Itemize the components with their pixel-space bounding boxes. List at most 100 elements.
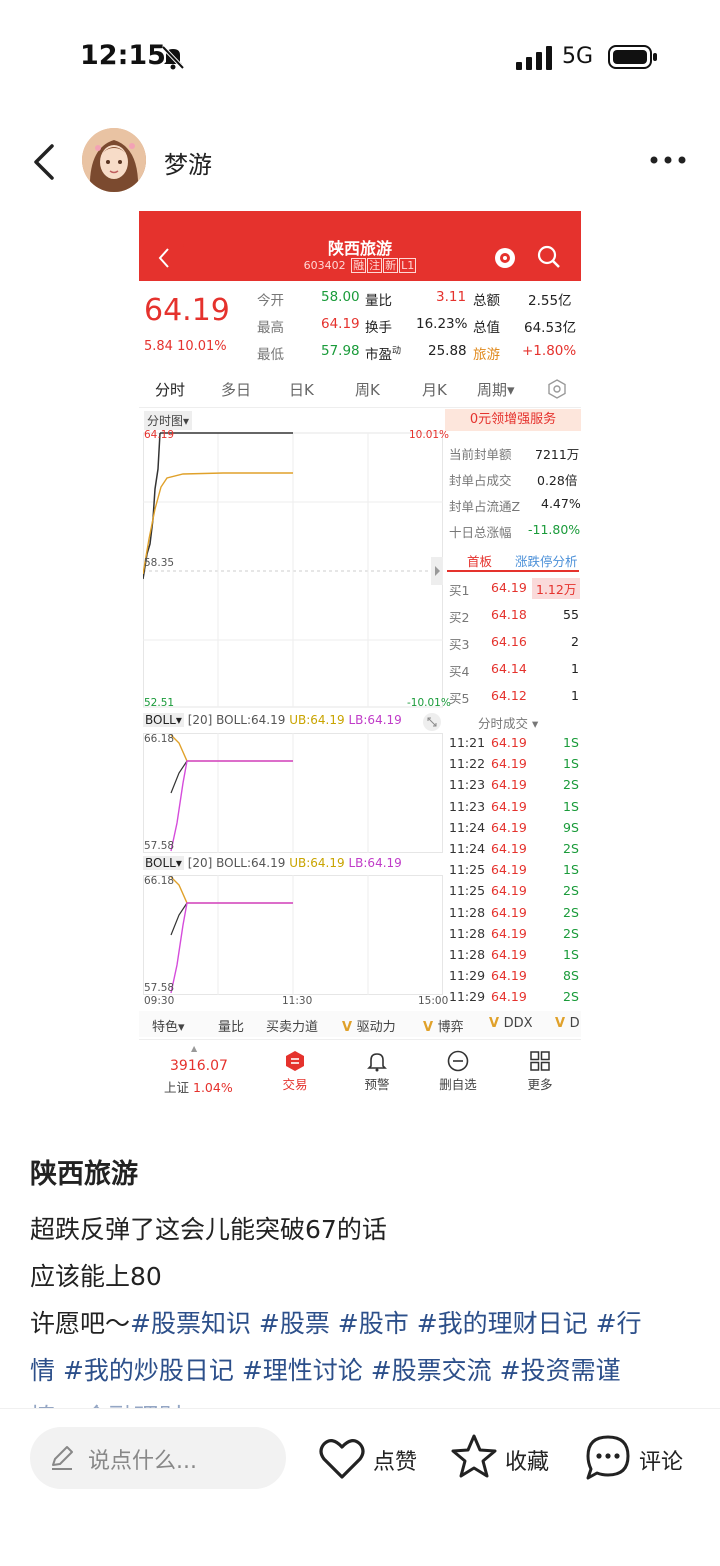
indicator-tab[interactable]: V D: [555, 1016, 580, 1031]
trade-time: 11:28: [449, 947, 486, 962]
tab-monthly-k[interactable]: 月K: [422, 379, 447, 400]
indicator-tab[interactable]: 特色▾: [152, 1016, 185, 1035]
trade-price: 64.19: [491, 819, 527, 835]
boll-2-low: 57.58: [144, 982, 175, 994]
trade-time: 11:25: [449, 883, 486, 899]
nav-more[interactable]: 更多: [510, 1074, 570, 1093]
author-avatar[interactable]: [82, 128, 146, 192]
bid-label: 买3: [449, 637, 470, 652]
stock-screenshot[interactable]: 陕西旅游 603402 融注新 L1 64.19 5.84 10.01% 今开 5…: [139, 211, 581, 1101]
like-label[interactable]: 点赞: [373, 1444, 417, 1476]
indicator-label: DDX: [503, 1016, 533, 1031]
boll-label[interactable]: BOLL▾: [143, 713, 184, 727]
bid-price: 64.18: [491, 607, 527, 622]
trade-time: 11:23: [449, 798, 486, 814]
quote-label: 最低: [257, 347, 284, 363]
comment-label[interactable]: 评论: [639, 1444, 683, 1476]
boll-2-high: 66.18: [144, 875, 175, 887]
stock-code: 603402: [303, 259, 346, 272]
trade-icon: [286, 1051, 304, 1071]
quote-value: 2.55亿: [528, 293, 572, 309]
info-label: 十日总涨幅: [449, 525, 512, 540]
indicator-tab[interactable]: 买卖力道: [266, 1016, 318, 1035]
comment-bubble-icon[interactable]: [583, 1433, 633, 1483]
alarm-icon: [495, 248, 515, 268]
indicator-tab[interactable]: 量比: [218, 1016, 244, 1035]
nav-remove-watchlist[interactable]: 删自选: [428, 1074, 488, 1093]
trade-price: 64.19: [491, 904, 527, 920]
favorite-label[interactable]: 收藏: [505, 1444, 549, 1476]
bell-muted-icon: [161, 45, 185, 70]
board-tab-analysis[interactable]: 涨跌停分析: [515, 551, 578, 570]
active-tab-indicator: [166, 244, 184, 247]
info-value: 0.28倍: [537, 473, 578, 488]
quote-value: 3.11: [436, 289, 467, 305]
nav-alert[interactable]: 预警: [347, 1074, 407, 1093]
sector-change: +1.80%: [522, 343, 577, 359]
bid-label: 买1: [449, 583, 470, 598]
quote-value: 64.19: [321, 316, 360, 332]
heart-icon[interactable]: [318, 1435, 366, 1481]
index-value: 3916.07: [170, 1058, 228, 1074]
badge: L1: [399, 258, 417, 273]
hashtag-list[interactable]: 情 #我的炒股日记 #理性讨论 #股票交流 #投资需谨: [30, 1351, 621, 1387]
chart-mode-text: 分时图: [147, 414, 184, 428]
indicator-label: 博弈: [437, 1020, 464, 1035]
tab-period[interactable]: 周期▾: [477, 379, 515, 400]
pencil-icon: [52, 1446, 73, 1470]
indicator-tab[interactable]: V DDX: [489, 1016, 533, 1031]
boll-label[interactable]: BOLL▾: [143, 856, 184, 870]
quote-label: 今开: [257, 293, 284, 309]
promo-banner[interactable]: 0元领增强服务: [445, 409, 581, 431]
quote-label: 量比: [365, 293, 392, 309]
chart-low-pct: -10.01%: [407, 697, 451, 709]
back-arrow-icon[interactable]: [30, 140, 60, 184]
bell-icon: [367, 1053, 387, 1072]
signal-icon: [516, 46, 552, 70]
sector-label: 旅游: [473, 347, 500, 363]
more-options-icon[interactable]: [648, 148, 688, 172]
remove-circle-icon: [447, 1050, 469, 1072]
trade-time: 11:25: [449, 862, 486, 878]
post-text-line: 许愿吧～#股票知识 #股票 #股市 #我的理财日记 #行: [30, 1304, 642, 1340]
search-icon: [537, 245, 560, 268]
chart-mid-price: 58.35: [144, 557, 175, 569]
boll-params: [20] BOLL:64.19: [187, 713, 286, 727]
trade-volume: 2S: [563, 777, 579, 793]
board-tab-first[interactable]: 首板: [467, 551, 492, 570]
period-label: 周期: [477, 381, 508, 399]
trade-time: 11:24: [449, 841, 486, 856]
trade-price: 64.19: [491, 777, 527, 793]
bid-price: 64.16: [491, 634, 527, 649]
star-icon[interactable]: [449, 1433, 499, 1481]
boll-label-text: BOLL: [145, 713, 176, 727]
indicator-tab[interactable]: V 驱动力: [342, 1016, 396, 1035]
stock-bottom-nav: ▲ 3916.07 上证 1.04% 交易 预警 删自选 更多: [139, 1039, 581, 1101]
trades-title[interactable]: 分时成交 ▾: [478, 713, 538, 732]
tab-weekly-k[interactable]: 周K: [355, 379, 380, 400]
indicator-label: 特色: [152, 1020, 179, 1035]
tab-daily-k[interactable]: 日K: [289, 379, 314, 400]
hashtag-list[interactable]: #股票知识 #股票 #股市 #我的理财日记 #行: [130, 1309, 642, 1338]
index-line[interactable]: 上证 1.04%: [164, 1077, 233, 1096]
indicator-strip: 特色▾ 量比 买卖力道 V 驱动力 V 博弈 V DDX V D: [139, 1011, 581, 1037]
comment-placeholder[interactable]: 说点什么...: [88, 1443, 197, 1475]
change-value: 5.84: [144, 339, 173, 354]
tab-multiday[interactable]: 多日: [221, 379, 251, 400]
stock-change: 5.84 10.01%: [144, 339, 227, 354]
info-value: 7211万: [535, 447, 580, 462]
author-name[interactable]: 梦游: [164, 145, 212, 180]
trade-volume: 8S: [563, 968, 579, 984]
boll-header-2: BOLL▾ [20] BOLL:64.19 UB:64.19 LB:64.19: [143, 856, 402, 870]
expand-icon[interactable]: [423, 713, 441, 731]
status-time: 12:15: [80, 40, 166, 71]
chart-mode-label[interactable]: 分时图▾: [144, 411, 193, 430]
info-label: 封单占流通Z: [449, 499, 521, 514]
tab-intraday[interactable]: 分时: [155, 379, 185, 400]
trade-volume: 2S: [563, 841, 579, 856]
intraday-chart: [143, 432, 443, 708]
time-end: 15:00: [418, 995, 449, 1007]
indicator-tab[interactable]: V 博弈: [423, 1016, 464, 1035]
nav-trade[interactable]: 交易: [265, 1074, 325, 1093]
settings-hexagon-icon[interactable]: [547, 379, 567, 399]
